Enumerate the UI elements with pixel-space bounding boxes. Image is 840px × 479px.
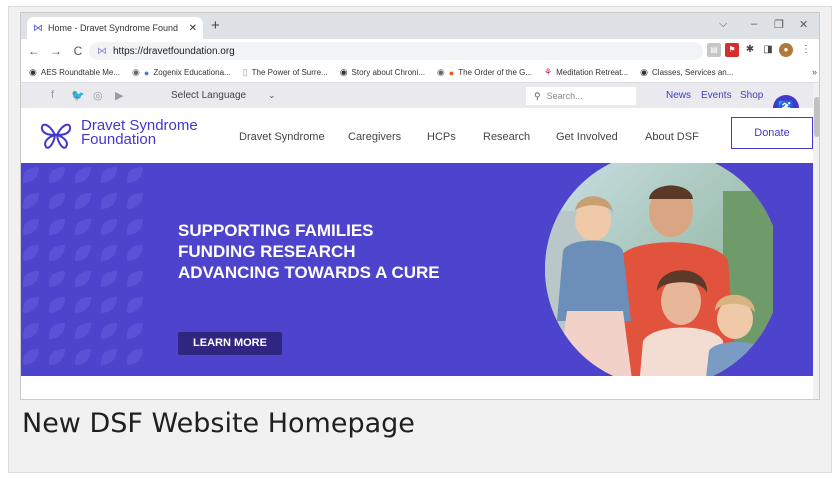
browser-tab[interactable]: ⋈ Home - Dravet Syndrome Found ✕ [27,17,203,39]
bookmark-item[interactable]: ◉ ● The Order of the G... [437,67,532,78]
bookmark-item[interactable]: ⚘ Meditation Retreat... [544,67,628,78]
nav-get-involved[interactable]: Get Involved [556,131,618,143]
nav-caregivers[interactable]: Caregivers [348,131,401,143]
scrollbar-thumb[interactable] [814,97,819,137]
scrollbar[interactable] [813,83,819,399]
minimize-button[interactable]: – [751,18,757,30]
donate-button[interactable]: Donate [731,117,813,149]
extension-icon[interactable]: ▤ [707,43,721,57]
family-photo [545,163,773,376]
site-search-input[interactable]: ⚲ Search... [526,87,636,105]
facebook-icon[interactable]: f [51,89,54,101]
pdf-extension-icon[interactable]: ⚑ [725,43,739,57]
leaf-pattern [23,167,143,365]
close-window-button[interactable]: ✕ [799,18,808,31]
nav-dravet-syndrome[interactable]: Dravet Syndrome [239,131,325,143]
url-text: https://dravetfoundation.org [113,45,235,57]
tab-search-icon[interactable]: ⌵ [719,18,727,31]
sidebar-icon[interactable]: ◨ [761,43,775,57]
bookmarks-overflow-button[interactable]: » [812,67,817,77]
search-placeholder: Search... [546,91,583,101]
bookmark-item[interactable]: ▯ The Power of Surre... [243,67,328,78]
order-icon: ● [448,67,455,78]
puzzle-icon[interactable]: ✱ [743,43,757,57]
new-tab-button[interactable]: + [211,17,220,34]
site-utility-bar: f 🐦 ◎ ▶ Select Language ⌄ ⚲ Search... Ne… [21,83,813,108]
profile-avatar-icon[interactable]: ● [779,43,793,57]
language-select[interactable]: Select Language [171,90,246,101]
tab-strip: ⋈ Home - Dravet Syndrome Found ✕ + ⌵ – ❐… [21,13,819,39]
page-below-hero [21,376,813,399]
hero-line-3: ADVANCING TOWARDS A CURE [178,263,440,282]
hero-line-2: FUNDING RESEARCH [178,242,356,261]
news-link[interactable]: News [666,90,691,101]
back-button[interactable]: ← [25,44,43,58]
bookmarks-bar: ◉ AES Roundtable Me... ◉ ● Zogenix Educatio… [21,63,819,83]
twitter-icon[interactable]: 🐦 [71,89,85,102]
menu-icon[interactable]: ⋮ [799,43,813,57]
address-row: ← → C ⋈ https://dravetfoundation.org [21,39,819,63]
butterfly-logo-icon[interactable] [39,120,73,150]
youtube-icon[interactable]: ▶ [115,89,123,102]
nav-hcps[interactable]: HCPs [427,131,456,143]
site-header: Dravet Syndrome Foundation Dravet Syndro… [21,108,813,163]
logo-line-2: Foundation [81,131,157,148]
restore-button[interactable]: ❐ [774,18,784,31]
search-icon: ⚲ [534,90,541,101]
globe-icon: ◉ [339,67,348,77]
bookmark-item[interactable]: ◉ Classes, Services an... [640,67,733,78]
globe-icon: ◉ [640,67,649,77]
hero-banner: SUPPORTING FAMILIES FUNDING RESEARCH ADV… [21,163,813,376]
nav-about-dsf[interactable]: About DSF [645,131,699,143]
page-icon: ▯ [242,67,248,77]
hero-headline: SUPPORTING FAMILIES FUNDING RESEARCH ADV… [178,220,440,283]
nav-research[interactable]: Research [483,131,530,143]
hero-line-1: SUPPORTING FAMILIES [178,221,374,240]
caption-text: New DSF Website Homepage [22,408,415,439]
bookmark-item[interactable]: ◉ AES Roundtable Me... [29,67,120,78]
shop-link[interactable]: Shop [740,90,763,101]
globe-icon: ◉ [132,67,140,77]
tab-title: Home - Dravet Syndrome Found [48,23,179,33]
reload-button[interactable]: C [69,44,87,58]
learn-more-button[interactable]: LEARN MORE [178,332,282,355]
butterfly-favicon-icon: ⋈ [33,22,43,34]
globe-icon: ◉ [436,67,445,77]
browser-window: ⋈ Home - Dravet Syndrome Found ✕ + ⌵ – ❐… [20,12,820,400]
chevron-down-icon[interactable]: ⌄ [268,90,276,101]
events-link[interactable]: Events [701,90,732,101]
globe-icon: ◉ [29,67,37,77]
logo-wordmark[interactable]: Dravet Syndrome Foundation [81,118,198,148]
close-tab-icon[interactable]: ✕ [189,23,197,34]
bookmark-item[interactable]: ◉ ● Zogenix Educationa... [132,67,231,78]
meditation-icon: ⚘ [544,67,553,77]
zogenix-icon: ● [143,67,150,78]
site-favicon-icon: ⋈ [97,45,107,57]
address-bar[interactable]: ⋈ https://dravetfoundation.org [89,42,703,60]
forward-button[interactable]: → [47,44,65,58]
bookmark-item[interactable]: ◉ Story about Chroni... [340,67,425,78]
instagram-icon[interactable]: ◎ [93,89,103,102]
